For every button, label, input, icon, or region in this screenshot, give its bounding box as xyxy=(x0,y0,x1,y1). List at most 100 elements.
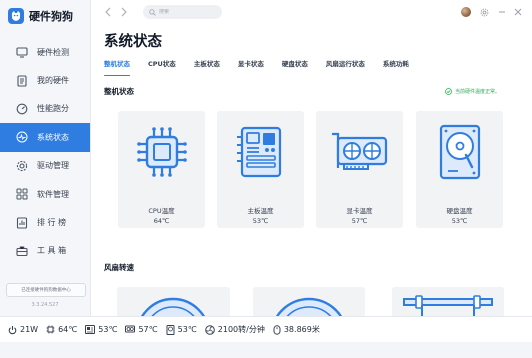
sidebar-item-software-manager[interactable]: 软件管理 xyxy=(0,180,90,208)
cpu-temp-card[interactable]: CPU温度 64℃ xyxy=(118,111,205,228)
section-title-fans: 风扇转速 xyxy=(104,263,134,272)
sidebar-item-label: 排 行 榜 xyxy=(37,218,67,228)
distance-value: 38.869米 xyxy=(283,325,320,334)
ranking-icon xyxy=(16,216,28,229)
power-value: 21W xyxy=(20,325,39,334)
sidebar-item-label: 工 具 箱 xyxy=(37,246,67,256)
minimize-button[interactable] xyxy=(497,7,507,17)
toolbox-icon xyxy=(16,245,28,257)
cpu-chip-icon xyxy=(124,115,199,188)
gpu-small-icon xyxy=(125,325,136,333)
connection-notice[interactable]: 已连接硬件狗狗数据中心 xyxy=(6,283,86,297)
card-value: 53℃ xyxy=(451,217,468,225)
card-label: 主板温度 xyxy=(247,207,274,215)
statusbar-distance: 38.869米 xyxy=(273,324,320,335)
board-temp-value: 53℃ xyxy=(98,325,118,334)
statusbar-gpu-temp: 57℃ xyxy=(125,325,158,334)
disk-small-icon xyxy=(166,324,175,335)
avatar[interactable] xyxy=(461,7,471,17)
status-badge: 当前硬件温度正常。 xyxy=(445,88,500,95)
tab-bar: 整机状态 CPU状态 主板状态 显卡状态 硬盘状态 风扇运行状态 系统功耗 xyxy=(104,59,427,76)
sidebar-item-hardware-detect[interactable]: 硬件检测 xyxy=(0,38,90,66)
app-window: 硬件狗狗 硬件检测 我的硬件 性能跑分 系统状态 驱动管理 软件管理 排 行 榜… xyxy=(0,0,532,358)
status-bar: 21W 64℃ 53℃ 57℃ 53℃ 2100转/分钟 38.869米 xyxy=(0,316,532,342)
hard-disk-icon xyxy=(422,115,497,188)
power-icon xyxy=(8,325,17,334)
fan-icon xyxy=(275,297,343,316)
status-text: 当前硬件温度正常。 xyxy=(454,89,500,95)
gear-icon xyxy=(16,160,28,172)
app-logo-icon xyxy=(8,8,24,24)
tab-disk-status[interactable]: 硬盘状态 xyxy=(282,59,308,73)
tab-power[interactable]: 系统功耗 xyxy=(383,59,409,73)
sidebar-item-system-status[interactable]: 系统状态 xyxy=(0,123,90,152)
chevron-left-icon xyxy=(105,7,111,17)
statusbar-power: 21W xyxy=(8,325,38,335)
page-title: 系统状态 xyxy=(104,34,162,50)
sidebar-item-label: 系统状态 xyxy=(37,132,69,142)
sidebar-item-label: 性能跑分 xyxy=(37,104,69,114)
card-label: 显卡温度 xyxy=(346,207,373,215)
grid-icon xyxy=(16,188,28,200)
gpu-temp-card[interactable]: 显卡温度 57℃ xyxy=(316,111,403,228)
statusbar-cpu-temp: 64℃ xyxy=(46,325,77,334)
app-name: 硬件狗狗 xyxy=(29,10,73,23)
section-title-machine: 整机状态 xyxy=(104,87,134,96)
search-input[interactable] xyxy=(159,9,211,15)
sidebar-item-benchmark[interactable]: 性能跑分 xyxy=(0,95,90,123)
close-icon xyxy=(514,8,522,16)
sidebar-item-label: 软件管理 xyxy=(37,189,69,199)
fan-bracket-icon xyxy=(403,295,493,316)
sidebar-item-my-hardware[interactable]: 我的硬件 xyxy=(0,66,90,94)
gear-icon xyxy=(480,8,488,16)
tab-cpu-status[interactable]: CPU状态 xyxy=(148,59,176,73)
sidebar-item-toolbox[interactable]: 工 具 箱 xyxy=(0,237,90,265)
search-icon xyxy=(149,8,156,16)
cpu-temp-value: 64℃ xyxy=(58,325,78,334)
app-version: 3.3.24.527 xyxy=(31,302,59,308)
settings-button[interactable] xyxy=(479,7,489,17)
card-label: 硬盘温度 xyxy=(446,207,473,215)
search-box[interactable] xyxy=(143,5,222,19)
fan-card-case[interactable] xyxy=(253,287,365,316)
graphics-card-icon xyxy=(322,115,397,188)
disk-temp-value: 53℃ xyxy=(177,325,197,334)
statusbar-fan-speed: 2100转/分钟 xyxy=(204,324,265,335)
brand: 硬件狗狗 xyxy=(8,7,73,25)
sidebar-item-label: 驱动管理 xyxy=(37,161,69,171)
close-button[interactable] xyxy=(513,7,523,17)
fan-icon xyxy=(141,297,205,316)
document-icon xyxy=(16,75,28,87)
bottom-edge xyxy=(0,342,532,358)
monitor-icon xyxy=(16,46,28,58)
fan-card-gpu[interactable] xyxy=(392,287,504,316)
chevron-right-icon xyxy=(121,7,127,17)
statusbar-board-temp: 53℃ xyxy=(85,325,117,334)
disk-temp-card[interactable]: 硬盘温度 53℃ xyxy=(416,111,503,228)
forward-button[interactable] xyxy=(118,6,130,18)
back-button[interactable] xyxy=(102,6,114,18)
check-circle-icon xyxy=(445,88,452,95)
card-value: 53℃ xyxy=(252,217,269,225)
fan-card-cpu[interactable] xyxy=(117,287,230,316)
gpu-temp-value: 57℃ xyxy=(138,325,158,334)
card-value: 64℃ xyxy=(153,217,170,225)
tab-machine-status[interactable]: 整机状态 xyxy=(104,59,130,76)
board-small-icon xyxy=(85,325,96,334)
mouse-icon xyxy=(273,324,281,335)
topbar xyxy=(90,0,532,26)
tab-fan-status[interactable]: 风扇运行状态 xyxy=(326,59,365,73)
sidebar-item-label: 我的硬件 xyxy=(37,76,69,86)
motherboard-icon xyxy=(223,115,298,188)
tab-gpu-status[interactable]: 显卡状态 xyxy=(238,59,264,73)
main-content: 系统状态 整机状态 CPU状态 主板状态 显卡状态 硬盘状态 风扇运行状态 系统… xyxy=(90,26,532,316)
board-temp-card[interactable]: 主板温度 53℃ xyxy=(217,111,304,228)
cpu-small-icon xyxy=(46,325,55,334)
sidebar: 硬件狗狗 硬件检测 我的硬件 性能跑分 系统状态 驱动管理 软件管理 排 行 榜… xyxy=(0,0,91,316)
pulse-icon xyxy=(16,131,28,143)
sidebar-item-driver-manager[interactable]: 驱动管理 xyxy=(0,152,90,180)
tab-board-status[interactable]: 主板状态 xyxy=(194,59,220,73)
sidebar-item-ranking[interactable]: 排 行 榜 xyxy=(0,208,90,236)
statusbar-disk-temp: 53℃ xyxy=(166,324,197,335)
fan-small-icon xyxy=(204,324,215,335)
